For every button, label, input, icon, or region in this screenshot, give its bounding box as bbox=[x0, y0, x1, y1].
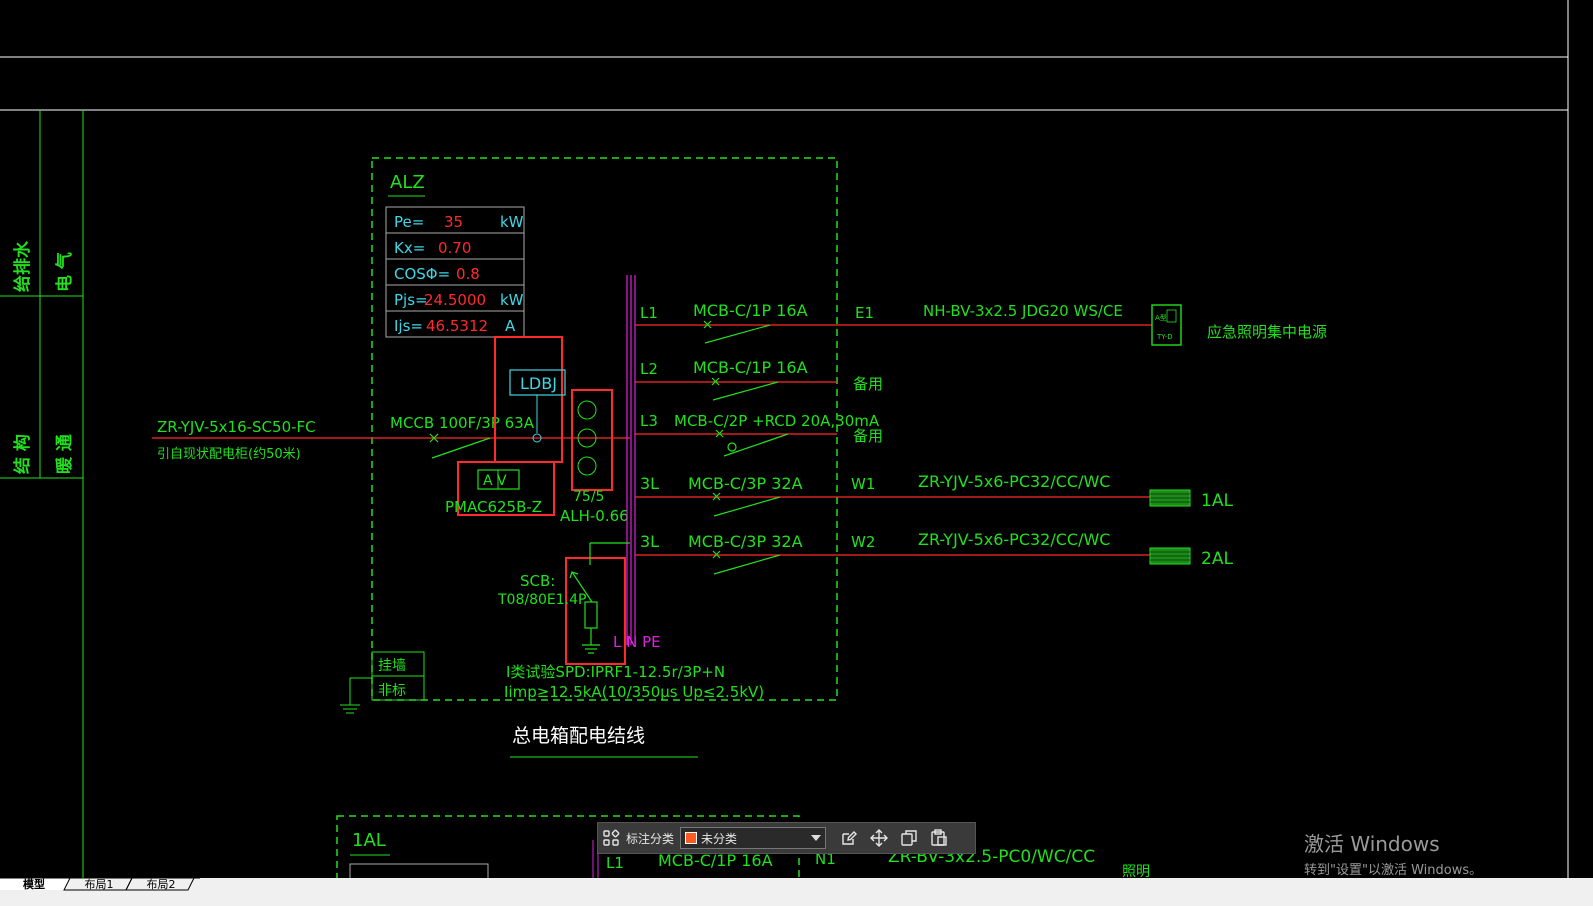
ground-symbol bbox=[340, 677, 372, 714]
tab-layout1[interactable]: 布局1 bbox=[74, 878, 124, 891]
param-pe-unit: kW bbox=[500, 213, 524, 231]
mccb-label: MCCB 100F/3P 63A bbox=[390, 414, 535, 432]
bus-label: L N PE bbox=[613, 633, 661, 651]
move-button[interactable] bbox=[864, 825, 894, 851]
move-icon bbox=[870, 829, 889, 847]
param-cos-label: COSΦ= bbox=[394, 265, 450, 283]
panel-name: ALZ bbox=[390, 172, 425, 193]
category-dropdown[interactable]: 未分类 bbox=[680, 827, 827, 849]
side-label-elec: 电 气 bbox=[54, 252, 75, 292]
param-pjs-unit: kW bbox=[500, 291, 524, 309]
circuit-4-cable: ZR-YJV-5x6-PC32/CC/WC bbox=[918, 472, 1110, 491]
param-pe-label: Pe= bbox=[394, 213, 424, 231]
lower-circuit-phase: L1 bbox=[606, 854, 624, 872]
param-pe-value: 35 bbox=[444, 213, 463, 231]
highlight-ldbj bbox=[494, 336, 563, 463]
scb-label: SCB: bbox=[520, 572, 555, 590]
circuit-4-panel-icon bbox=[1149, 489, 1191, 507]
paste-icon bbox=[931, 829, 947, 846]
copy-icon bbox=[901, 830, 917, 846]
circuit-2-id: 备用 bbox=[853, 375, 883, 393]
circuit-2-phase: L2 bbox=[640, 360, 658, 378]
side-title-strip bbox=[0, 110, 84, 878]
circuit-4-id: W1 bbox=[851, 475, 875, 493]
ct-model: ALH-0.66 bbox=[560, 507, 629, 525]
circuit-2-switch bbox=[711, 377, 779, 401]
param-kx-value: 0.70 bbox=[438, 239, 471, 257]
tab-layout2[interactable]: 布局2 bbox=[136, 878, 186, 891]
circuit-2-breaker: MCB-C/1P 16A bbox=[693, 358, 808, 377]
circuit-1-breaker: MCB-C/1P 16A bbox=[693, 301, 808, 320]
grid-icon[interactable] bbox=[598, 825, 624, 851]
emergency-power-icon: A型 TY-D bbox=[1151, 304, 1182, 346]
circuit-1-dest: 应急照明集中电源 bbox=[1207, 323, 1327, 341]
device-label-bottom: TY-D bbox=[1156, 333, 1173, 341]
circuit-5-id: W2 bbox=[851, 533, 875, 551]
ldbj-label: LDBJ bbox=[520, 374, 557, 393]
meter-model: PMAC625B-Z bbox=[445, 498, 542, 516]
circuit-5-dest: 2AL bbox=[1201, 549, 1233, 569]
circuit-4-breaker: MCB-C/3P 32A bbox=[688, 474, 803, 493]
param-kx-label: Kx= bbox=[394, 239, 425, 257]
lower-panel-name: 1AL bbox=[352, 830, 386, 851]
param-ijs-unit: A bbox=[505, 317, 516, 335]
ct-1-icon bbox=[577, 400, 597, 420]
spd-spec-2: Iimp≥12.5kA(10/350μs Up≤2.5kV) bbox=[504, 683, 764, 701]
circuit-1-cable: NH-BV-3x2.5 JDG20 WS/CE bbox=[923, 302, 1123, 320]
scb-model: T08/80E1.4P bbox=[497, 592, 586, 608]
circuit-1-phase: L1 bbox=[640, 304, 658, 322]
diagram-title: 总电箱配电结线 bbox=[512, 725, 645, 747]
side-label-hvac: 暖 通 bbox=[54, 434, 75, 474]
side-label-water: 给排水 bbox=[12, 240, 33, 292]
circuit-1-switch bbox=[703, 320, 771, 344]
param-ijs-value: 46.5312 bbox=[426, 317, 488, 335]
watermark-subtitle: 转到"设置"以激活 Windows。 bbox=[1304, 863, 1483, 878]
device-label-top: A型 bbox=[1155, 313, 1167, 322]
param-cos-value: 0.8 bbox=[456, 265, 480, 283]
cad-canvas[interactable]: 给排水 电 气 结 构 暖 通 ALZ Pe= 35 kW Kx= 0.70 C… bbox=[0, 0, 1593, 906]
ct-3-icon bbox=[577, 456, 597, 476]
watermark-title: 激活 Windows bbox=[1304, 832, 1440, 856]
circuit-1-id: E1 bbox=[855, 304, 874, 322]
paste-button[interactable] bbox=[924, 825, 954, 851]
param-pjs-value: 24.5000 bbox=[424, 291, 486, 309]
mount-label-1: 挂墙 bbox=[378, 658, 406, 674]
circuit-3-phase: L3 bbox=[640, 412, 658, 430]
edit-button[interactable] bbox=[834, 825, 864, 851]
copy-button[interactable] bbox=[894, 825, 924, 851]
busbar bbox=[626, 275, 636, 645]
circuit-5-breaker: MCB-C/3P 32A bbox=[688, 532, 803, 551]
toolbar-label: 标注分类 bbox=[626, 831, 675, 846]
edit-icon bbox=[842, 831, 858, 845]
param-pjs-label: Pjs= bbox=[394, 291, 428, 309]
incoming-note: 引自现状配电柜(约50米) bbox=[157, 447, 301, 462]
circuit-4-dest: 1AL bbox=[1201, 491, 1233, 511]
annotation-toolbar: 标注分类 未分类 bbox=[597, 822, 976, 854]
tab-model[interactable]: 模型 bbox=[10, 878, 58, 891]
ct-ratio: 75/5 bbox=[573, 489, 604, 505]
circuit-5-phase: 3L bbox=[640, 532, 659, 551]
spd-spec-1: I类试验SPD:IPRF1-12.5r/3P+N bbox=[506, 663, 725, 681]
activation-watermark: 激活 Windows 转到"设置"以激活 Windows。 bbox=[1304, 828, 1482, 878]
circuit-5-panel-icon bbox=[1149, 547, 1191, 565]
circuit-3-breaker: MCB-C/2P +RCD 20A,30mA bbox=[674, 412, 880, 430]
mount-label-2: 非标 bbox=[378, 683, 406, 699]
chevron-down-icon bbox=[811, 835, 822, 841]
category-color-swatch bbox=[685, 832, 698, 844]
param-ijs-label: Ijs= bbox=[394, 317, 423, 335]
side-label-struct: 结 构 bbox=[12, 434, 33, 474]
category-selected: 未分类 bbox=[701, 831, 738, 846]
circuit-4-phase: 3L bbox=[640, 474, 659, 493]
incoming-cable-label: ZR-YJV-5x16-SC50-FC bbox=[157, 418, 316, 436]
meter-av-label: A V bbox=[483, 473, 507, 489]
circuit-5-cable: ZR-YJV-5x6-PC32/CC/WC bbox=[918, 530, 1110, 549]
circuit-3-id: 备用 bbox=[853, 427, 883, 445]
layout-tab-bar: 模型 布局1 布局2 bbox=[0, 878, 1593, 906]
